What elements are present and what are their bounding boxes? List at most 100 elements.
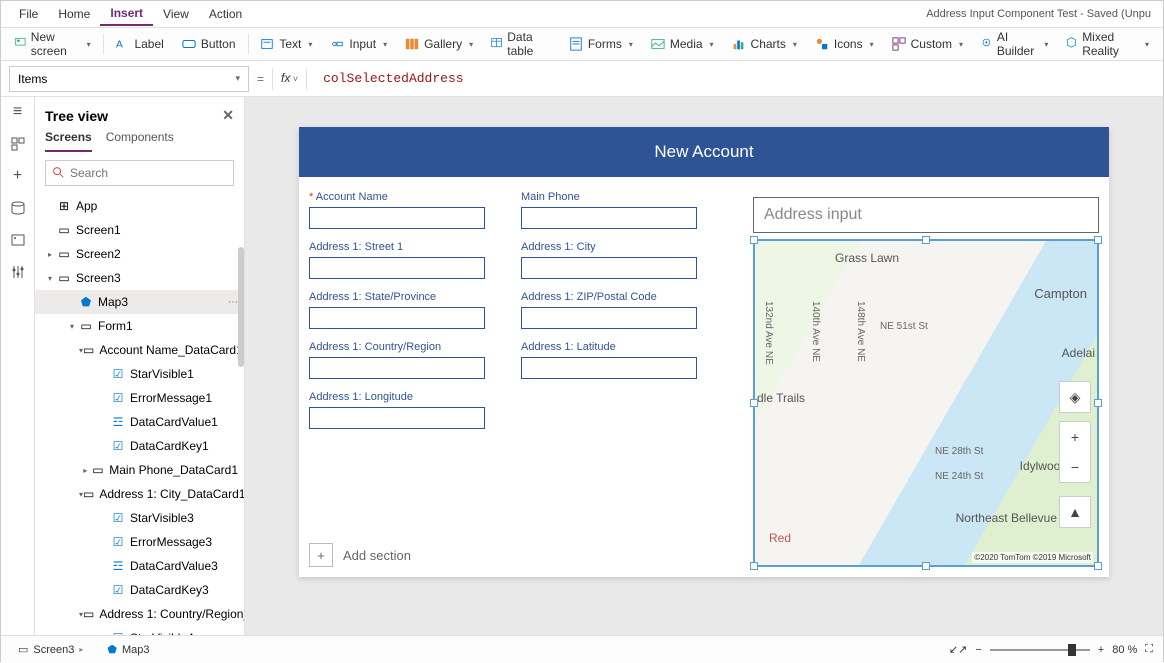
resize-handle[interactable] xyxy=(750,399,758,407)
input-state[interactable] xyxy=(309,307,485,329)
property-dropdown[interactable]: Items ▾ xyxy=(9,66,249,92)
breadcrumb-selected[interactable]: ⬟ Map3 xyxy=(100,640,156,659)
node-errormessage1[interactable]: ☑ErrorMessage1 xyxy=(35,386,244,410)
map-label: Campton xyxy=(1034,286,1087,301)
node-screen3[interactable]: ▾▭Screen3 xyxy=(35,266,244,290)
node-accountname-dc[interactable]: ▾▭Account Name_DataCard1 xyxy=(35,338,244,362)
node-country-dc[interactable]: ▾▭Address 1: Country/Region_DataCard xyxy=(35,602,244,626)
insert-rail-icon[interactable]: + xyxy=(9,167,27,185)
breadcrumb-screen[interactable]: ▭ Screen3 ▸ xyxy=(11,640,90,659)
input-country[interactable] xyxy=(309,357,485,379)
datacard-icon: ▭ xyxy=(83,343,94,357)
node-city-dc[interactable]: ▾▭Address 1: City_DataCard1 xyxy=(35,482,244,506)
zoom-slider[interactable] xyxy=(990,649,1090,651)
forms-button[interactable]: Forms xyxy=(561,33,641,55)
menu-file[interactable]: File xyxy=(9,3,48,25)
node-form1[interactable]: ▾▭Form1 xyxy=(35,314,244,338)
arrows-icon[interactable]: ↙↗ xyxy=(949,643,967,656)
resize-handle[interactable] xyxy=(1094,562,1102,570)
tree-icon[interactable] xyxy=(9,135,27,153)
charts-button[interactable]: Charts xyxy=(724,33,805,55)
tab-components[interactable]: Components xyxy=(106,130,174,152)
node-starvisible3[interactable]: ☑StarVisible3 xyxy=(35,506,244,530)
zoom-in-icon[interactable]: + xyxy=(1060,422,1090,452)
zoom-value: 80 % xyxy=(1112,644,1137,656)
node-datacardvalue3[interactable]: ☲DataCardValue3 xyxy=(35,554,244,578)
custom-button[interactable]: Custom xyxy=(884,33,971,55)
map-pitch[interactable]: ▲ xyxy=(1059,496,1091,528)
canvas[interactable]: New Account Account Name Address 1: Stre… xyxy=(245,97,1163,635)
hamburger-icon[interactable]: ≡ xyxy=(9,103,27,121)
input-icon xyxy=(330,37,344,51)
tools-icon[interactable] xyxy=(9,263,27,281)
mixedreality-button[interactable]: Mixed Reality xyxy=(1058,26,1157,62)
add-section[interactable]: + Add section xyxy=(309,543,411,567)
map-label: NE 51st St xyxy=(880,321,928,332)
zoom-out-icon[interactable]: − xyxy=(1060,452,1090,482)
input-mainphone[interactable] xyxy=(521,207,697,229)
resize-handle[interactable] xyxy=(1094,236,1102,244)
aibuilder-button[interactable]: AI Builder xyxy=(973,26,1056,62)
gallery-button[interactable]: Gallery xyxy=(397,33,481,55)
icons-button[interactable]: Icons xyxy=(807,33,882,55)
screen-icon: ▭ xyxy=(57,271,71,285)
media-icon xyxy=(651,37,665,51)
media-rail-icon[interactable] xyxy=(9,231,27,249)
node-datacardvalue1[interactable]: ☲DataCardValue1 xyxy=(35,410,244,434)
node-app[interactable]: ⊞App xyxy=(35,194,244,218)
node-starvisible1[interactable]: ☑StarVisible1 xyxy=(35,362,244,386)
map-label: 140th Ave NE xyxy=(810,301,821,362)
data-icon[interactable] xyxy=(9,199,27,217)
search-input[interactable] xyxy=(45,160,234,186)
close-icon[interactable]: ✕ xyxy=(222,107,234,124)
zoom-out-button[interactable]: − xyxy=(975,644,981,656)
label-button[interactable]: A Label xyxy=(107,33,171,55)
resize-handle[interactable] xyxy=(1094,399,1102,407)
node-errormessage3[interactable]: ☑ErrorMessage3 xyxy=(35,530,244,554)
input-longitude[interactable] xyxy=(309,407,485,429)
text-button[interactable]: Text xyxy=(252,33,320,55)
tab-screens[interactable]: Screens xyxy=(45,130,92,152)
map-label: dle Trails xyxy=(757,391,805,405)
map-compass[interactable]: ◈ xyxy=(1059,381,1091,413)
input-zip[interactable] xyxy=(521,307,697,329)
node-starvisible4[interactable]: ☑StarVisible4 xyxy=(35,626,244,635)
node-mainphone-dc[interactable]: ▸▭Main Phone_DataCard1 xyxy=(35,458,244,482)
separator xyxy=(248,34,249,54)
menu-action[interactable]: Action xyxy=(199,3,252,25)
menu-view[interactable]: View xyxy=(153,3,199,25)
input-city[interactable] xyxy=(521,257,697,279)
map-label: Adelai xyxy=(1062,346,1095,360)
fit-icon[interactable]: ⛶ xyxy=(1145,643,1153,656)
node-screen1[interactable]: ▭Screen1 xyxy=(35,218,244,242)
menu-home[interactable]: Home xyxy=(48,3,100,25)
resize-handle[interactable] xyxy=(750,562,758,570)
separator xyxy=(103,34,104,54)
resize-handle[interactable] xyxy=(922,236,930,244)
input-street[interactable] xyxy=(309,257,485,279)
charts-label: Charts xyxy=(751,37,786,51)
newscreen-button[interactable]: New screen xyxy=(7,26,99,62)
map-control[interactable]: Grass Lawn Campton Adelai dle Trails Idy… xyxy=(753,239,1099,567)
input-accountname[interactable] xyxy=(309,207,485,229)
input-latitude[interactable] xyxy=(521,357,697,379)
map-label: 148th Ave NE xyxy=(855,301,866,362)
media-button[interactable]: Media xyxy=(643,33,722,55)
node-datacardkey1[interactable]: ☑DataCardKey1 xyxy=(35,434,244,458)
input-button[interactable]: Input xyxy=(322,33,395,55)
node-map3[interactable]: ⬟Map3⋯ xyxy=(35,290,244,314)
node-datacardkey3[interactable]: ☑DataCardKey3 xyxy=(35,578,244,602)
map-zoom[interactable]: +− xyxy=(1059,421,1091,483)
more-icon[interactable]: ⋯ xyxy=(228,297,238,308)
datatable-button[interactable]: Data table xyxy=(483,26,559,62)
resize-handle[interactable] xyxy=(922,562,930,570)
zoom-in-button[interactable]: + xyxy=(1098,644,1104,656)
button-button[interactable]: Button xyxy=(174,33,244,55)
address-input[interactable]: Address input xyxy=(753,197,1099,233)
menu-insert[interactable]: Insert xyxy=(100,2,153,26)
formula-input[interactable] xyxy=(315,66,1155,92)
scrollbar[interactable] xyxy=(238,247,244,367)
label-zip: Address 1: ZIP/Postal Code xyxy=(521,291,697,303)
node-screen2[interactable]: ▸▭Screen2 xyxy=(35,242,244,266)
resize-handle[interactable] xyxy=(750,236,758,244)
